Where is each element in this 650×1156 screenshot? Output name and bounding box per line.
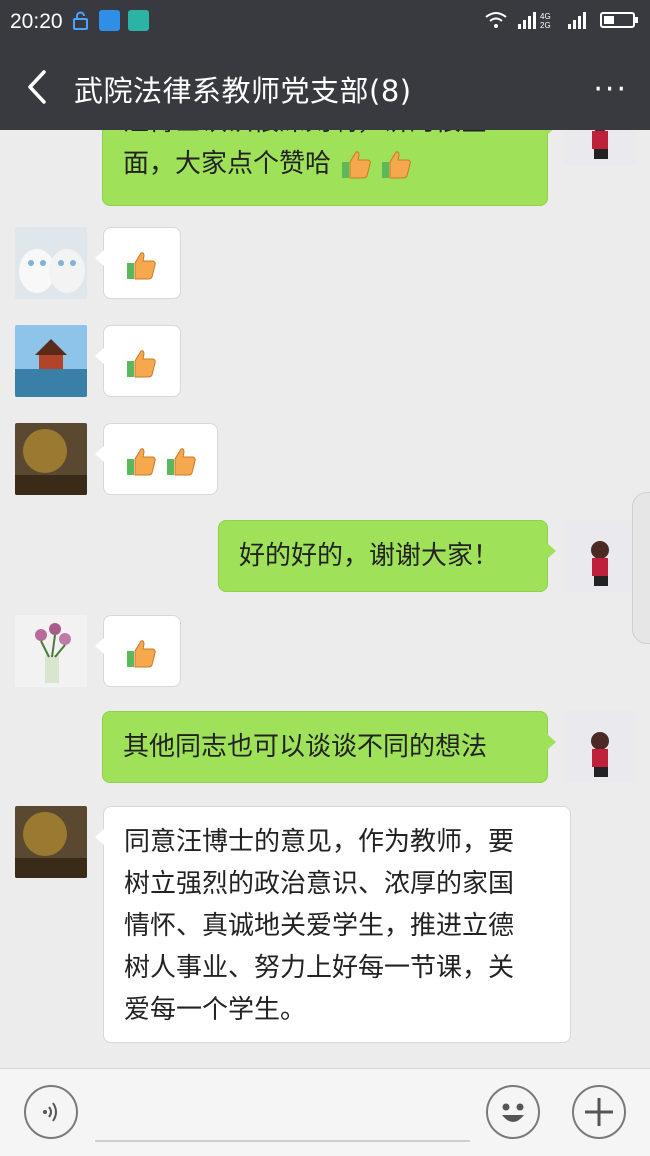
thumbs-up-icon xyxy=(127,447,156,475)
thumbs-up-icon xyxy=(127,251,156,279)
message-bubble-received[interactable] xyxy=(95,615,181,687)
signal-icon xyxy=(568,12,586,29)
message-line: 情怀、真诚地关爱学生，推进立德 xyxy=(124,911,515,941)
message-line: 树人事业、努力上好每一节课，关 xyxy=(124,953,515,983)
snow-portrait-avatar[interactable] xyxy=(564,520,636,592)
status-right: 4G 2G xyxy=(484,10,640,30)
more-options-button[interactable]: ··· xyxy=(593,72,628,107)
emoji-icon xyxy=(502,1103,524,1122)
svg-text:4G: 4G xyxy=(540,12,551,21)
more-functions-button[interactable] xyxy=(572,1085,626,1139)
thumbs-up-emojis xyxy=(124,249,158,283)
message-text: 其他同志也可以谈谈不同的想法 xyxy=(123,732,488,762)
voice-icon xyxy=(43,1102,57,1122)
side-drawer-handle[interactable] xyxy=(632,492,650,644)
scan-notification-icon xyxy=(128,10,149,31)
status-time: 20:20 xyxy=(10,10,63,33)
emoji-button[interactable] xyxy=(486,1085,540,1139)
white-cats-avatar[interactable] xyxy=(15,227,87,299)
thumbs-up-icon xyxy=(342,150,372,178)
app-notification-icon xyxy=(99,10,120,31)
input-bar xyxy=(0,1068,650,1156)
thumbs-up-emojis xyxy=(339,148,413,182)
message-bubble-received[interactable] xyxy=(95,423,218,495)
notification-icons xyxy=(70,10,149,31)
palace-tower-avatar[interactable] xyxy=(15,325,87,397)
wifi-icon xyxy=(485,12,507,28)
message-bubble-sent[interactable]: 汪博士认识很深刻啊，讲的很全面，大家点个赞哈 xyxy=(102,130,556,206)
message-text: 好的好的，谢谢大家！ xyxy=(239,541,500,571)
message-input[interactable] xyxy=(95,1140,470,1142)
battery-icon xyxy=(600,12,638,28)
snow-portrait-avatar[interactable] xyxy=(564,711,636,783)
message-bubble-sent[interactable]: 其他同志也可以谈谈不同的想法 xyxy=(102,711,556,783)
message-bubble-received[interactable] xyxy=(95,227,181,299)
message-line: 爱每一个学生。 xyxy=(124,995,307,1025)
message-text: 汪博士认识很深刻啊，讲的很全面，大家点个赞哈 xyxy=(123,130,487,179)
message-line: 同意汪博士的意见，作为教师，要 xyxy=(124,827,515,857)
thumbs-up-emojis xyxy=(124,347,158,381)
thumbs-up-icon xyxy=(382,150,412,178)
lock-notification-icon xyxy=(70,10,91,31)
autumn-tree-avatar[interactable] xyxy=(15,806,87,878)
snow-portrait-avatar[interactable] xyxy=(564,130,636,165)
chat-title: 武院法律系教师党支部(8) xyxy=(74,74,412,108)
autumn-tree-avatar[interactable] xyxy=(15,423,87,495)
status-bar: 20:20 4G 2G xyxy=(0,0,650,44)
plus-icon xyxy=(585,1098,613,1126)
message-bubble-received[interactable] xyxy=(95,325,181,397)
back-arrow-icon[interactable] xyxy=(22,68,52,106)
thumbs-up-icon xyxy=(167,447,196,475)
thumbs-up-icon xyxy=(127,349,156,377)
thumbs-up-icon xyxy=(127,639,156,667)
chat-messages[interactable]: 汪博士认识很深刻啊，讲的很全面，大家点个赞哈 好的好的，谢谢 xyxy=(0,130,650,1068)
tulip-vase-avatar[interactable] xyxy=(15,615,87,687)
thumbs-up-emojis xyxy=(124,637,158,671)
signal-4g-icon: 4G2G xyxy=(518,12,551,30)
chat-header: 武院法律系教师党支部(8) ··· xyxy=(0,44,650,130)
message-line: 树立强烈的政治意识、浓厚的家国 xyxy=(124,869,515,899)
svg-text:2G: 2G xyxy=(540,21,551,30)
voice-input-button[interactable] xyxy=(24,1085,78,1139)
message-bubble-received[interactable]: 同意汪博士的意见，作为教师，要 树立强烈的政治意识、浓厚的家国 情怀、真诚地关爱… xyxy=(95,806,571,1043)
message-bubble-sent[interactable]: 好的好的，谢谢大家！ xyxy=(218,520,556,592)
thumbs-up-emojis xyxy=(124,445,198,479)
